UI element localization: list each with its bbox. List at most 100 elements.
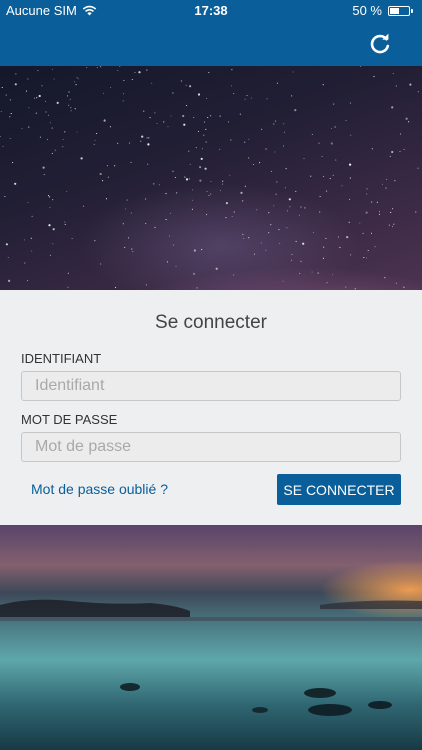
star bbox=[265, 148, 267, 150]
star bbox=[96, 132, 98, 135]
star bbox=[222, 180, 224, 182]
star bbox=[128, 142, 131, 144]
star bbox=[28, 126, 30, 128]
star bbox=[75, 84, 77, 86]
star bbox=[331, 127, 333, 130]
star bbox=[105, 198, 108, 200]
star bbox=[350, 254, 352, 256]
star bbox=[47, 114, 50, 116]
star bbox=[141, 135, 144, 138]
star bbox=[47, 195, 50, 197]
star bbox=[31, 250, 33, 252]
star bbox=[300, 206, 302, 208]
star bbox=[191, 208, 193, 210]
star bbox=[140, 140, 142, 142]
star bbox=[376, 201, 378, 203]
star bbox=[240, 191, 243, 194]
star bbox=[366, 188, 368, 190]
star bbox=[7, 256, 9, 259]
star bbox=[242, 200, 244, 202]
star bbox=[385, 187, 387, 189]
star bbox=[244, 98, 246, 100]
star bbox=[153, 183, 155, 185]
password-input[interactable] bbox=[21, 432, 401, 462]
star bbox=[248, 157, 250, 159]
star bbox=[333, 103, 335, 105]
star bbox=[390, 211, 392, 213]
star bbox=[102, 180, 104, 182]
star bbox=[49, 254, 51, 256]
star bbox=[138, 71, 141, 74]
star bbox=[378, 213, 380, 215]
star bbox=[392, 208, 394, 210]
star bbox=[395, 282, 397, 284]
star bbox=[379, 210, 381, 212]
star bbox=[174, 176, 176, 179]
star bbox=[172, 170, 174, 172]
star bbox=[131, 78, 133, 81]
star bbox=[273, 123, 275, 125]
star bbox=[329, 177, 331, 180]
star bbox=[199, 166, 202, 169]
star bbox=[392, 73, 394, 75]
star bbox=[299, 272, 301, 274]
star bbox=[345, 119, 347, 122]
star bbox=[9, 137, 11, 140]
battery-icon bbox=[388, 5, 413, 16]
star bbox=[86, 67, 88, 69]
star bbox=[204, 121, 206, 123]
star bbox=[341, 185, 343, 187]
star bbox=[51, 152, 53, 154]
star bbox=[165, 219, 167, 221]
star bbox=[225, 217, 227, 219]
forgot-password-link[interactable]: Mot de passe oublié ? bbox=[31, 481, 168, 497]
sky-background bbox=[0, 66, 422, 290]
star bbox=[275, 120, 277, 122]
star bbox=[276, 82, 278, 84]
star bbox=[392, 226, 394, 228]
nav-bar bbox=[0, 22, 422, 66]
star bbox=[279, 242, 281, 244]
star bbox=[359, 222, 361, 224]
star bbox=[52, 199, 54, 201]
star bbox=[185, 178, 189, 181]
star bbox=[261, 128, 263, 130]
star bbox=[154, 112, 156, 114]
star bbox=[184, 176, 186, 178]
star bbox=[250, 97, 252, 99]
star bbox=[43, 174, 45, 176]
star bbox=[363, 256, 365, 259]
star bbox=[292, 71, 294, 73]
star bbox=[326, 282, 328, 284]
star bbox=[210, 115, 212, 117]
star bbox=[199, 179, 202, 182]
star bbox=[291, 95, 293, 97]
star bbox=[346, 236, 349, 239]
star bbox=[28, 107, 30, 109]
star bbox=[282, 280, 284, 282]
star bbox=[4, 195, 6, 198]
star bbox=[270, 170, 272, 172]
star bbox=[5, 243, 8, 246]
star bbox=[64, 131, 66, 133]
username-input[interactable] bbox=[21, 371, 401, 401]
star bbox=[365, 211, 368, 214]
star bbox=[266, 98, 268, 100]
star bbox=[182, 114, 185, 118]
login-button[interactable]: SE CONNECTER bbox=[277, 474, 401, 505]
star bbox=[68, 91, 70, 93]
star bbox=[93, 143, 95, 145]
status-right: 50 % bbox=[352, 3, 413, 18]
battery-fill bbox=[390, 7, 399, 14]
star bbox=[170, 115, 172, 117]
star bbox=[74, 81, 76, 83]
star bbox=[326, 190, 328, 192]
star bbox=[48, 224, 51, 227]
star bbox=[188, 150, 190, 152]
refresh-icon[interactable] bbox=[368, 32, 392, 56]
star bbox=[208, 72, 210, 74]
star bbox=[119, 66, 121, 67]
star bbox=[321, 155, 323, 157]
star bbox=[25, 90, 28, 92]
star bbox=[186, 105, 188, 107]
